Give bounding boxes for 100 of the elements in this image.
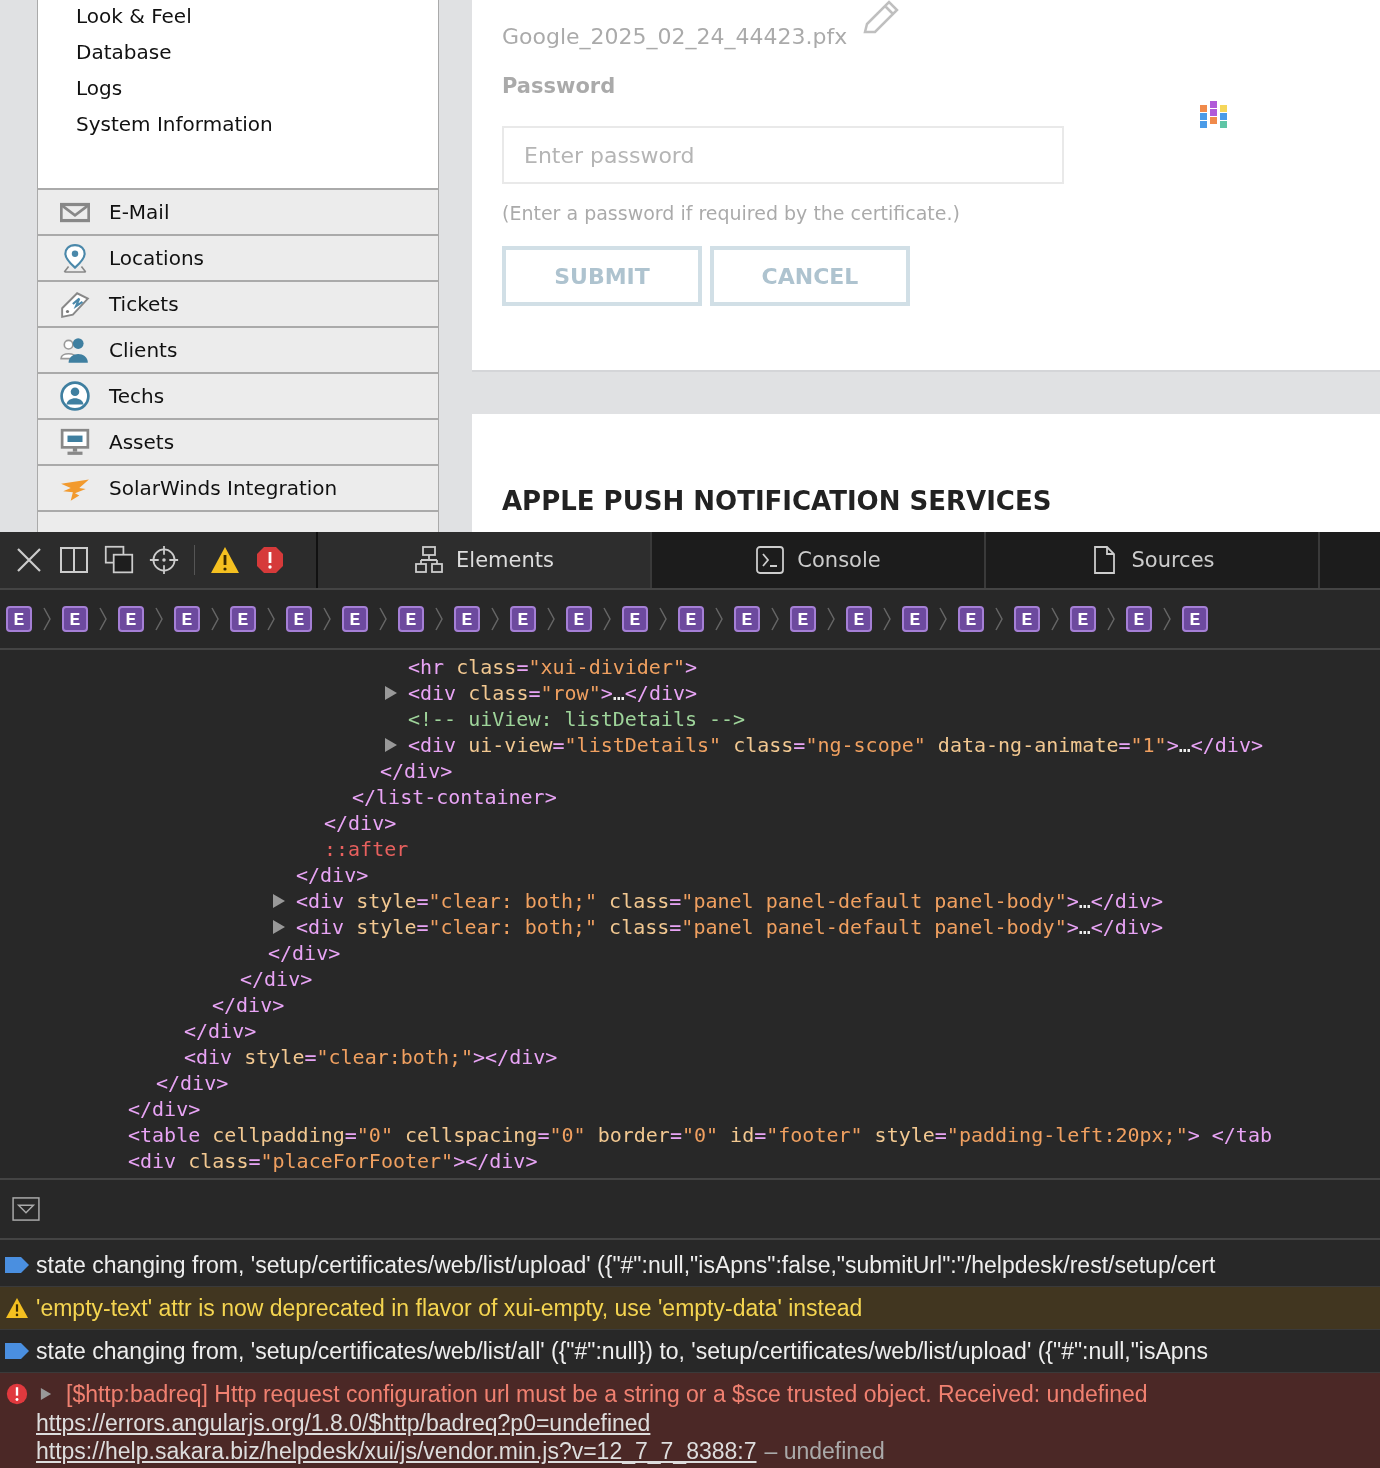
code-line[interactable]: <div class="row">…</div> <box>408 680 698 706</box>
element-badge[interactable]: E <box>958 606 984 632</box>
nav-item[interactable]: SolarWinds Integration <box>38 466 438 512</box>
chevron-icon <box>658 606 668 632</box>
element-badge[interactable]: E <box>1126 606 1152 632</box>
hint-text: (Enter a password if required by the certificate.) <box>502 202 960 224</box>
element-badge[interactable]: E <box>622 606 648 632</box>
terminal-icon <box>755 545 786 575</box>
url-link[interactable]: https://help.sakara.biz/helpdesk/xui/js/vendor.min.js?v=12_7_7_8388:7 <box>36 1438 757 1464</box>
code-line[interactable]: </div> <box>156 1070 229 1096</box>
chevron-icon <box>1106 606 1116 632</box>
warning-icon <box>4 1297 30 1319</box>
info-icon <box>4 1340 30 1362</box>
code-line[interactable]: </div> <box>380 758 453 784</box>
nav-item[interactable]: Assets <box>38 420 438 466</box>
code-line[interactable]: </div> <box>296 862 369 888</box>
info-icon <box>4 1254 30 1276</box>
settings-link[interactable]: Database <box>76 38 438 74</box>
chevron-icon <box>602 606 612 632</box>
password-field[interactable]: Enter password <box>502 126 1064 184</box>
chevron-icon <box>322 606 332 632</box>
code-line[interactable]: </list-container> <box>352 784 557 810</box>
code-line[interactable]: </div> <box>324 810 397 836</box>
code-line[interactable]: </div> <box>212 992 285 1018</box>
element-badge[interactable]: E <box>6 606 32 632</box>
element-badge[interactable]: E <box>902 606 928 632</box>
loading-icon <box>1200 101 1230 131</box>
code-line[interactable]: <div style="clear:both;"></div> <box>184 1044 558 1070</box>
element-badge[interactable]: E <box>230 606 256 632</box>
chevron-icon <box>266 606 276 632</box>
element-badge[interactable]: E <box>846 606 872 632</box>
expand-arrow-icon[interactable] <box>384 685 398 701</box>
devtools-tab[interactable]: Console <box>652 532 986 588</box>
chevron-icon <box>714 606 724 632</box>
element-badge[interactable]: E <box>398 606 424 632</box>
crosshair-icon[interactable] <box>149 545 179 575</box>
expand-arrow-icon[interactable] <box>384 737 398 753</box>
chevron-icon <box>826 606 836 632</box>
nav-item[interactable]: Tickets <box>38 282 438 328</box>
element-badge[interactable]: E <box>734 606 760 632</box>
settings-link[interactable]: System Information <box>76 110 438 146</box>
element-badge[interactable]: E <box>790 606 816 632</box>
code-line[interactable]: <div style="clear: both;" class="panel panel-default panel-body">…</div> <box>296 914 1163 940</box>
chevron-icon <box>1050 606 1060 632</box>
user-icon <box>60 381 90 411</box>
element-badge[interactable]: E <box>510 606 536 632</box>
chevron-icon <box>938 606 948 632</box>
element-badge[interactable]: E <box>1070 606 1096 632</box>
chevron-icon <box>882 606 892 632</box>
nav-item[interactable]: Clients <box>38 328 438 374</box>
url-link[interactable]: https://errors.angularjs.org/1.8.0/$http/badreq?p0=undefined <box>36 1410 651 1436</box>
element-badge[interactable]: E <box>118 606 144 632</box>
people-icon <box>60 335 90 365</box>
code-line[interactable]: <div class="placeForFooter"></div> <box>128 1148 538 1174</box>
nav-item[interactable]: Techs <box>38 374 438 420</box>
code-line[interactable]: </div> <box>128 1096 201 1122</box>
element-badge[interactable]: E <box>174 606 200 632</box>
element-badge[interactable]: E <box>286 606 312 632</box>
password-label: Password <box>502 74 616 100</box>
expand-arrow-icon[interactable] <box>272 919 286 935</box>
console-message: [$http:badreq] Http request configuration url must be a string or a $sce trusted object. Received: undefined <box>66 1380 1148 1408</box>
chevron-icon <box>770 606 780 632</box>
message-suffix: – undefined <box>764 1438 885 1464</box>
code-line[interactable]: ::after <box>324 836 409 862</box>
chevron-icon <box>98 606 108 632</box>
code-line[interactable]: </div> <box>184 1018 257 1044</box>
devtools-tab[interactable]: Elements <box>318 532 652 588</box>
nav-item[interactable]: Locations <box>38 236 438 282</box>
code-line[interactable]: <!-- uiView: listDetails --> <box>408 706 746 732</box>
code-line[interactable]: </div> <box>240 966 313 992</box>
chevron-icon <box>378 606 388 632</box>
split-view-icon[interactable] <box>59 545 89 575</box>
settings-link[interactable]: Logs <box>76 74 438 110</box>
element-badge[interactable]: E <box>678 606 704 632</box>
code-line[interactable]: <div ui-view="listDetails" class="ng-scope" data-ng-animate="1">…</div> <box>408 732 1263 758</box>
element-badge[interactable]: E <box>1182 606 1208 632</box>
warning-icon[interactable] <box>210 545 240 575</box>
chevron-icon <box>1162 606 1172 632</box>
chevron-icon <box>994 606 1004 632</box>
devtools-tab[interactable]: Sources <box>986 532 1320 588</box>
element-badge[interactable]: E <box>454 606 480 632</box>
chevron-icon <box>434 606 444 632</box>
code-line[interactable]: <table cellpadding="0" cellspacing="0" border="0" id="footer" style="padding-left:20px;"> </tab <box>128 1122 1272 1148</box>
element-badge[interactable]: E <box>342 606 368 632</box>
element-badge[interactable]: E <box>566 606 592 632</box>
monitor-icon <box>60 427 90 457</box>
settings-link[interactable]: Look & Feel <box>76 2 438 38</box>
error-icon[interactable] <box>255 545 285 575</box>
tag-icon <box>60 289 90 319</box>
code-line[interactable]: <div style="clear: both;" class="panel panel-default panel-body">…</div> <box>296 888 1163 914</box>
filter-icon[interactable] <box>12 1197 40 1221</box>
element-badge[interactable]: E <box>1014 606 1040 632</box>
code-line[interactable]: <hr class="xui-divider"> <box>408 654 698 680</box>
nav-item[interactable]: E-Mail <box>38 190 438 236</box>
expand-arrow-icon[interactable] <box>272 893 286 909</box>
element-badge[interactable]: E <box>62 606 88 632</box>
code-line[interactable]: </div> <box>268 940 341 966</box>
console-message: state changing from, 'setup/certificates/web/list/upload' ({"#":null,"isApns":false,"submitUrl":"/helpdesk/rest/setup/cert <box>36 1251 1216 1279</box>
expand-arrow-icon[interactable] <box>40 1387 52 1401</box>
windows-icon[interactable] <box>104 545 134 575</box>
